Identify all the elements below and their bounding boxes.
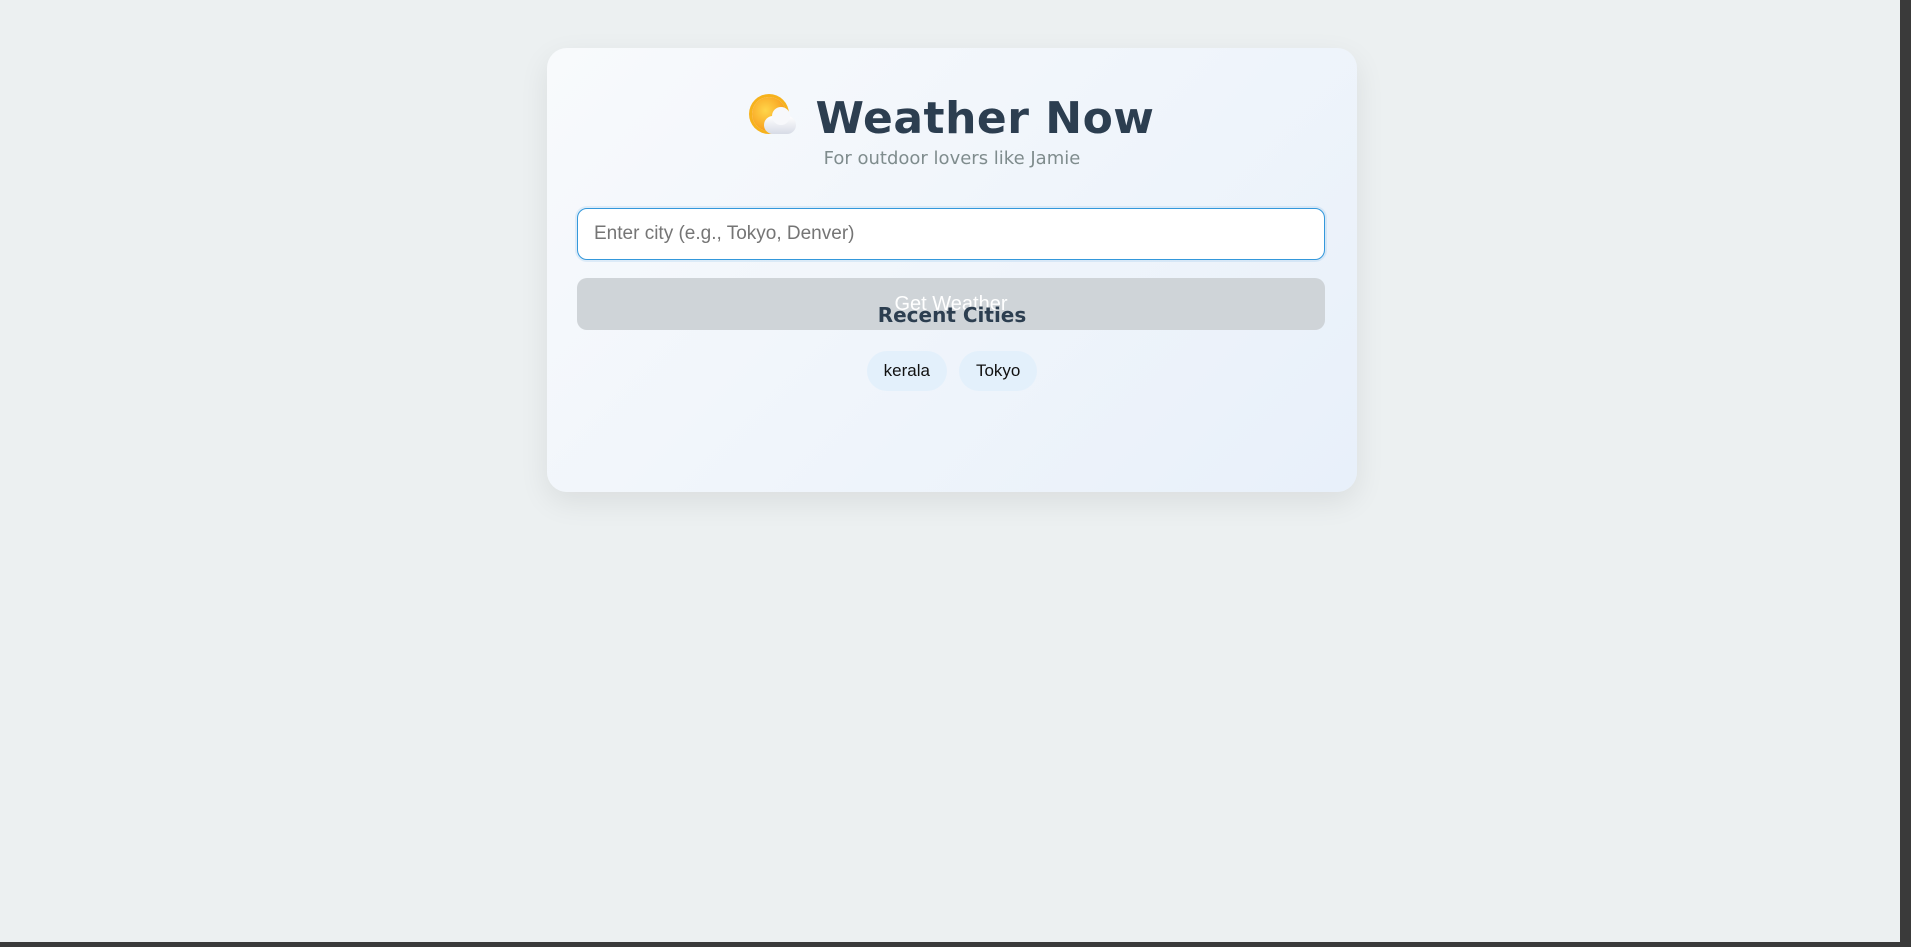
recent-cities-list: kerala Tokyo — [547, 351, 1357, 391]
recent-city-chip[interactable]: kerala — [866, 351, 947, 391]
page-viewport: Weather Now For outdoor lovers like Jami… — [0, 0, 1900, 942]
sun-behind-cloud-icon — [750, 94, 798, 142]
city-search-input[interactable] — [577, 208, 1325, 260]
weather-card: Weather Now For outdoor lovers like Jami… — [547, 48, 1357, 492]
recent-city-chip[interactable]: Tokyo — [958, 351, 1038, 391]
title-row: Weather Now — [547, 86, 1357, 150]
recent-cities-heading: Recent Cities — [877, 303, 1027, 327]
page-title: Weather Now — [815, 92, 1155, 144]
page-subtitle: For outdoor lovers like Jamie — [823, 148, 1081, 169]
